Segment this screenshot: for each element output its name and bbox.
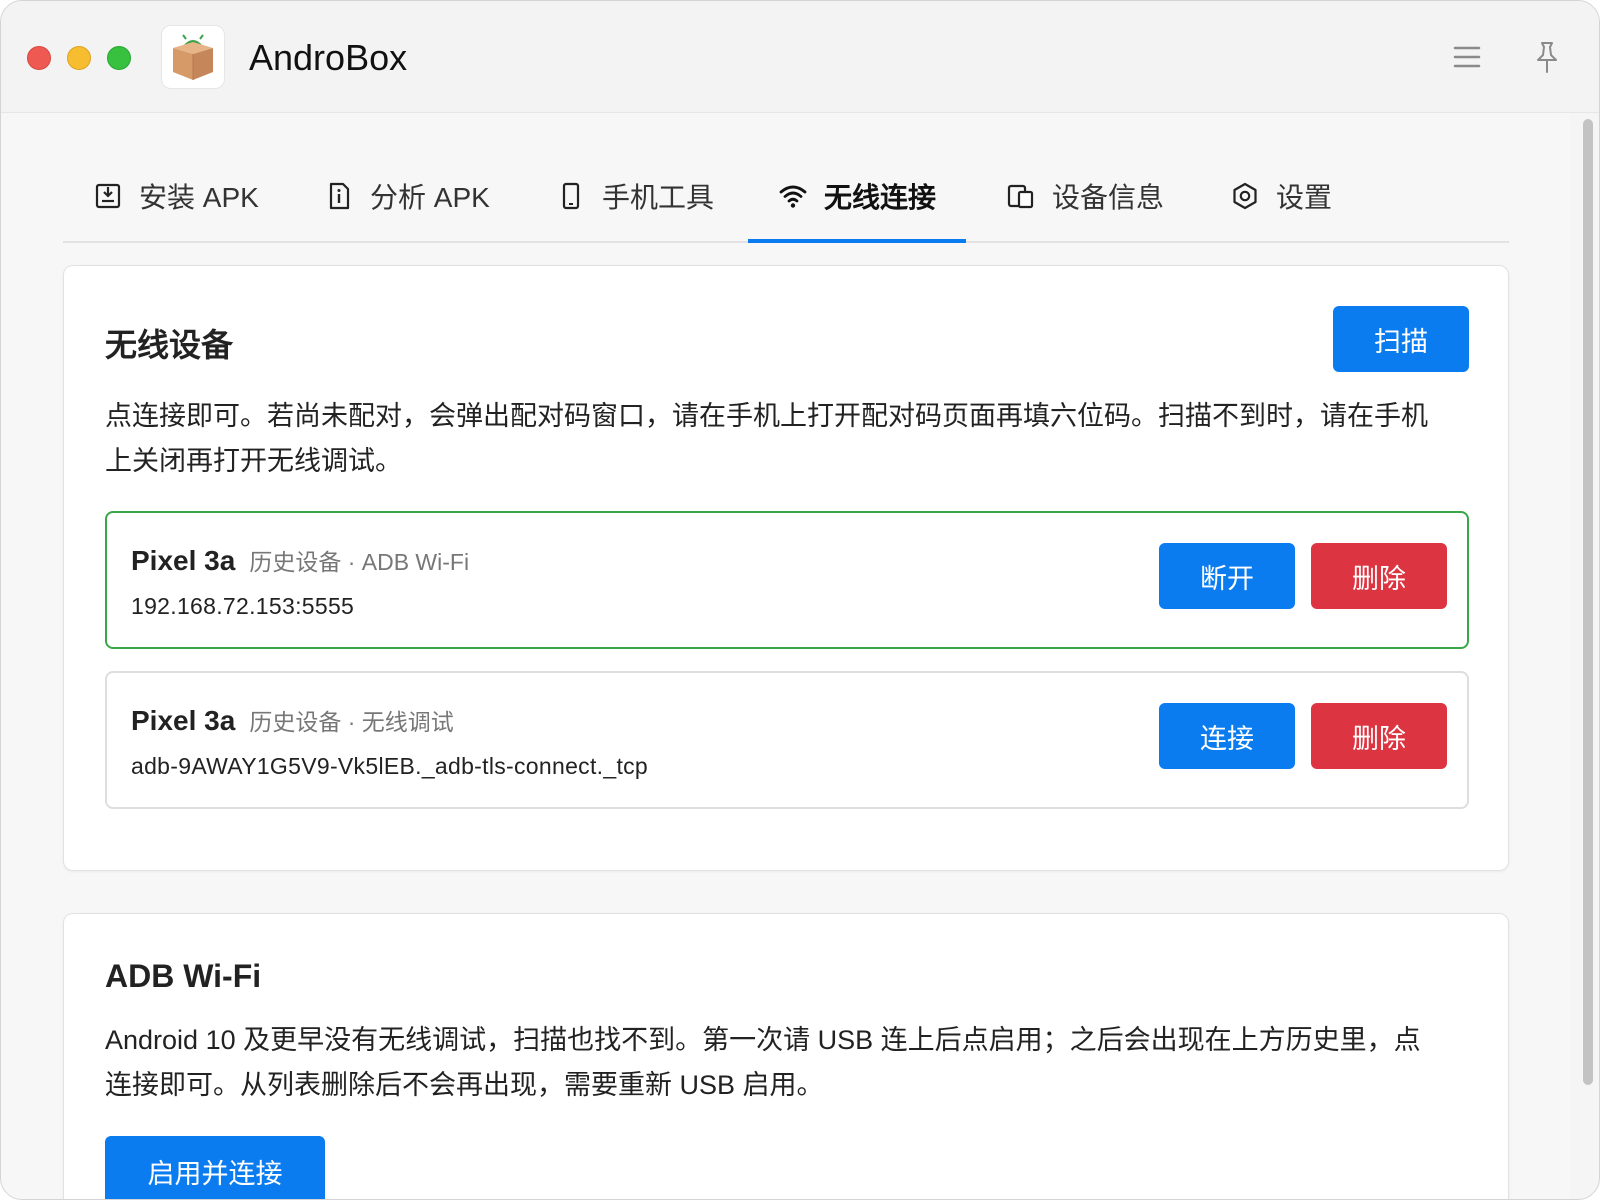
minimize-window-button[interactable] [67,46,91,70]
tab-analyze-apk[interactable]: 分析 APK [294,151,520,241]
adb-wifi-card: ADB Wi-Fi Android 10 及更早没有无线调试，扫描也找不到。第一… [63,913,1509,1199]
wireless-devices-title: 无线设备 [105,327,234,363]
tab-label: 安装 APK [139,182,259,213]
tab-phone-tools[interactable]: 手机工具 [526,151,744,241]
device-heading: Pixel 3a 历史设备 · ADB Wi-Fi [131,543,469,577]
tab-install-apk[interactable]: 安装 APK [63,151,289,241]
tab-label: 设置 [1276,182,1333,213]
device-meta: 历史设备 · ADB Wi-Fi [249,549,470,575]
close-window-button[interactable] [27,46,51,70]
wireless-description: 点连接即可。若尚未配对，会弹出配对码窗口，请在手机上打开配对码页面再填六位码。扫… [105,401,1428,476]
tab-label: 手机工具 [602,182,715,213]
wifi-icon [779,185,807,208]
vertical-scrollbar[interactable] [1583,119,1593,1085]
phone-icon [562,182,580,210]
pin-icon[interactable] [1529,39,1565,75]
title-bar: AndroBox [1,1,1599,113]
app-window: AndroBox 安装 APK 分析 APK 手机工具 无线连接 设备信息 设置… [0,0,1600,1200]
adb-wifi-description: Android 10 及更早没有无线调试，扫描也找不到。第一次请 USB 连上后… [105,1025,1421,1100]
wireless-devices-card: 无线设备 扫描 点连接即可。若尚未配对，会弹出配对码窗口，请在手机上打开配对码页… [63,265,1509,871]
tab-label: 设备信息 [1052,182,1165,213]
app-title: AndroBox [249,37,408,78]
tab-label: 无线连接 [824,182,937,213]
settings-hex-icon [1233,182,1257,210]
device-heading: Pixel 3a 历史设备 · 无线调试 [131,703,454,737]
maximize-window-button[interactable] [107,46,131,70]
disconnect-button[interactable]: 断开 [1159,543,1295,609]
tab-label: 分析 APK [370,182,490,213]
device-address: adb-9AWAY1G5V9-Vk5lEB._adb-tls-connect._… [131,753,649,779]
hamburger-menu-icon[interactable] [1449,39,1485,75]
android-box-logo-icon [161,25,225,89]
connect-button[interactable]: 连接 [1159,703,1295,769]
delete-device-button[interactable]: 删除 [1311,703,1447,769]
delete-device-button[interactable]: 删除 [1311,543,1447,609]
file-info-icon [329,182,350,210]
tab-settings[interactable]: 设置 [1200,151,1362,241]
device-item: Pixel 3a 历史设备 · ADB Wi-Fi 192.168.72.153… [105,511,1469,649]
scan-button[interactable]: 扫描 [1333,306,1469,372]
enable-and-connect-button[interactable]: 启用并连接 [105,1136,325,1199]
devices-icon [1007,184,1034,209]
device-name: Pixel 3a [131,705,236,736]
install-save-icon [95,183,121,209]
device-item: Pixel 3a 历史设备 · 无线调试 adb-9AWAY1G5V9-Vk5l… [105,671,1469,809]
device-address: 192.168.72.153:5555 [131,593,355,619]
tab-device-info[interactable]: 设备信息 [976,151,1194,241]
device-meta: 历史设备 · 无线调试 [249,709,454,735]
device-name: Pixel 3a [131,545,236,576]
tab-wireless-connect[interactable]: 无线连接 [748,151,967,243]
adb-wifi-title: ADB Wi-Fi [105,958,262,994]
tab-bar: 安装 APK 分析 APK 手机工具 无线连接 设备信息 设置 [63,151,1509,243]
